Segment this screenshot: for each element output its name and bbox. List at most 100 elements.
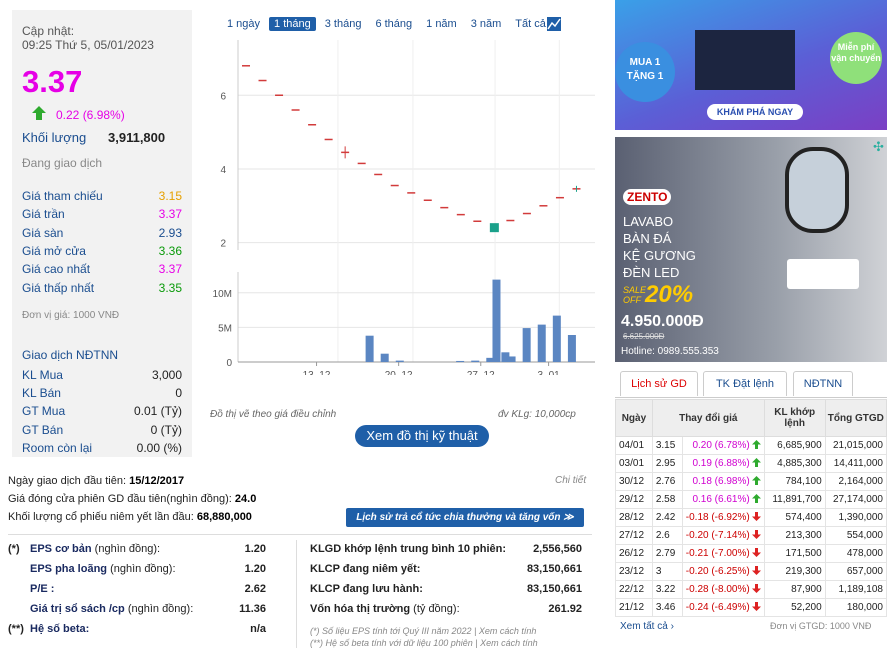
fundamental-value: 1.20 — [244, 543, 266, 555]
price-label: Giá trần — [22, 207, 65, 222]
cell-value: 21,015,000 — [824, 436, 888, 455]
column-header: Ngày — [615, 399, 653, 437]
fundamental-value: n/a — [250, 623, 266, 635]
foreign-row: GT Bán 0 (Tỷ) — [22, 421, 182, 439]
price-label: Giá mở cửa — [22, 243, 86, 258]
volume-tick-label: 5M — [218, 323, 232, 334]
first-close-row: Giá đóng cửa phiên GD đầu tiên(nghìn đồn… — [8, 493, 256, 505]
up-arrow-icon — [750, 440, 761, 451]
first-close-value: 24.0 — [234, 493, 257, 505]
down-arrow-icon — [750, 548, 761, 559]
cell-value: 180,000 — [824, 598, 888, 617]
volume-bar — [492, 279, 501, 362]
cell-change: -0.18 (-6.92%) — [681, 508, 765, 527]
table-header: Ngày Thay đổi giá KL khớp lệnh Tổng GTGD — [615, 399, 888, 437]
price-row: Giá tham chiếu 3.15 — [22, 187, 182, 205]
foreign-row: KL Bán 0 — [22, 384, 182, 402]
volume-bar — [456, 360, 465, 362]
cell-date: 28/12 — [615, 508, 653, 527]
ad2-sale: SALE OFF — [623, 285, 647, 305]
price-label: Giá thấp nhất — [22, 280, 95, 295]
ad1-cta-button[interactable]: KHÁM PHÁ NGAY — [707, 104, 803, 120]
volume-bar — [380, 353, 389, 362]
detail-link[interactable]: Chi tiết — [555, 475, 586, 486]
foreign-row: GT Mua 0.01 (Tỷ) — [22, 402, 182, 420]
range-tab[interactable]: 3 năm — [466, 17, 507, 31]
fundamental-label: KLGD khớp lệnh trung bình 10 phiên: — [310, 543, 507, 555]
trade-tabs: Lịch sử GD TK Đặt lệnh NĐTNN — [615, 371, 887, 398]
cell-date: 22/12 — [615, 580, 653, 599]
volume-bar — [395, 360, 404, 362]
down-arrow-icon — [750, 530, 761, 541]
cell-change: -0.28 (-8.00%) — [681, 580, 765, 599]
ad1-promo: MUA 1 TẶNG 1 — [615, 42, 675, 102]
ad-banner-top[interactable]: MUA 1 TẶNG 1 Miễn phí vận chuyển KHÁM PH… — [615, 0, 887, 130]
divider — [8, 534, 592, 535]
price-value: 3.35 — [158, 280, 182, 295]
table-row: 28/12 2.42 -0.18 (-6.92%) 574,400 1,390,000 — [615, 508, 888, 527]
foreign-row: KL Mua 3,000 — [22, 366, 182, 384]
price-candle — [489, 223, 499, 233]
first-day-row: Ngày giao dịch đầu tiên: 15/12/2017 — [8, 475, 184, 487]
technical-chart-button[interactable]: Xem đồ thị kỹ thuật — [355, 425, 489, 447]
price-value: 3.37 — [158, 262, 182, 277]
table-row: 30/12 2.76 0.18 (6.98%) 784,100 2,164,000 — [615, 472, 888, 491]
cell-price: 2.79 — [651, 544, 683, 563]
change-text: -0.28 (-8.00%) — [685, 584, 750, 595]
cell-date: 03/01 — [615, 454, 653, 473]
change-text: -0.21 (-7.00%) — [685, 548, 750, 559]
cell-value: 27,174,000 — [824, 490, 888, 509]
ad-banner-zento[interactable]: ZENTO LAVABO BÀN ĐÁ KỆ GƯƠNG ĐÈN LED SAL… — [615, 137, 887, 362]
cell-value: 2,164,000 — [824, 472, 888, 491]
foreign-label: KL Bán — [22, 386, 61, 401]
range-tab[interactable]: 3 tháng — [320, 17, 367, 31]
down-arrow-icon — [750, 602, 761, 613]
range-tab[interactable]: Tất cả — [510, 17, 551, 31]
price-volume-chart: 6 4 2 10M 5M 0 13. 12 20. 12 27. 12 3. 01 — [213, 40, 595, 375]
trade-tab[interactable]: NĐTNN — [793, 371, 853, 396]
cell-date: 30/12 — [615, 472, 653, 491]
cell-date: 26/12 — [615, 544, 653, 563]
chart-note-right: đv KLg: 10,000cp — [498, 409, 576, 420]
price-row: Giá cao nhất 3.37 — [22, 260, 182, 278]
range-tab[interactable]: 1 tháng — [269, 17, 316, 31]
see-all-link[interactable]: Xem tất cả › — [620, 621, 674, 632]
dividend-history-button[interactable]: Lịch sử trả cổ tức chia thưởng và tăng v… — [346, 508, 584, 527]
cell-value: 554,000 — [824, 526, 888, 545]
cell-date: 23/12 — [615, 562, 653, 581]
fundamental-value: 261.92 — [548, 603, 582, 615]
fundamental-label: Vốn hóa thị trường — [310, 603, 411, 615]
cell-change: 0.20 (6.78%) — [681, 436, 765, 455]
price-tick-label: 2 — [220, 239, 226, 250]
volume-tick-label: 10M — [213, 289, 232, 300]
fundamental-row: Vốn hóa thị trường (tỷ đồng): 261.92 — [310, 600, 582, 619]
cell-price: 3.46 — [651, 598, 683, 617]
price-tick-label: 6 — [220, 91, 226, 102]
ad-close-icon[interactable]: ✣ — [873, 139, 884, 155]
change-text: -0.20 (-6.25%) — [685, 566, 750, 577]
cell-volume: 52,200 — [763, 598, 826, 617]
range-tab[interactable]: 1 năm — [421, 17, 462, 31]
fundamental-label: Hệ số beta: — [30, 623, 90, 635]
column-header: Tổng GTGD — [824, 399, 888, 437]
cell-change: 0.16 (6.61%) — [681, 490, 765, 509]
ad2-price: 4.950.000Đ — [621, 313, 704, 330]
trade-unit: Đơn vị GTGD: 1000 VNĐ — [770, 621, 872, 631]
range-tab[interactable]: 6 tháng — [370, 17, 417, 31]
change-text: -0.18 (-6.92%) — [685, 512, 750, 523]
fundamental-value: 83,150,661 — [526, 583, 582, 595]
foreign-value: 0.00 (%) — [136, 440, 182, 455]
cell-volume: 171,500 — [763, 544, 826, 563]
cell-value: 1,390,000 — [824, 508, 888, 527]
table-row: 22/12 3.22 -0.28 (-8.00%) 87,900 1,189,108 — [615, 580, 888, 599]
table-row: 23/12 3 -0.20 (-6.25%) 219,300 657,000 — [615, 562, 888, 581]
trade-tab[interactable]: Lịch sử GD — [620, 371, 698, 396]
cell-date: 04/01 — [615, 436, 653, 455]
trade-tab[interactable]: TK Đặt lệnh — [703, 371, 787, 396]
range-tab[interactable]: 1 ngày — [222, 17, 265, 31]
chart-type-icon[interactable] — [547, 17, 561, 34]
fundamental-row: P/E : 2.62 — [8, 580, 266, 599]
cell-value: 478,000 — [824, 544, 888, 563]
table-row: 29/12 2.58 0.16 (6.61%) 11,891,700 27,174,00… — [615, 490, 888, 509]
price-row: Giá trần 3.37 — [22, 205, 182, 223]
